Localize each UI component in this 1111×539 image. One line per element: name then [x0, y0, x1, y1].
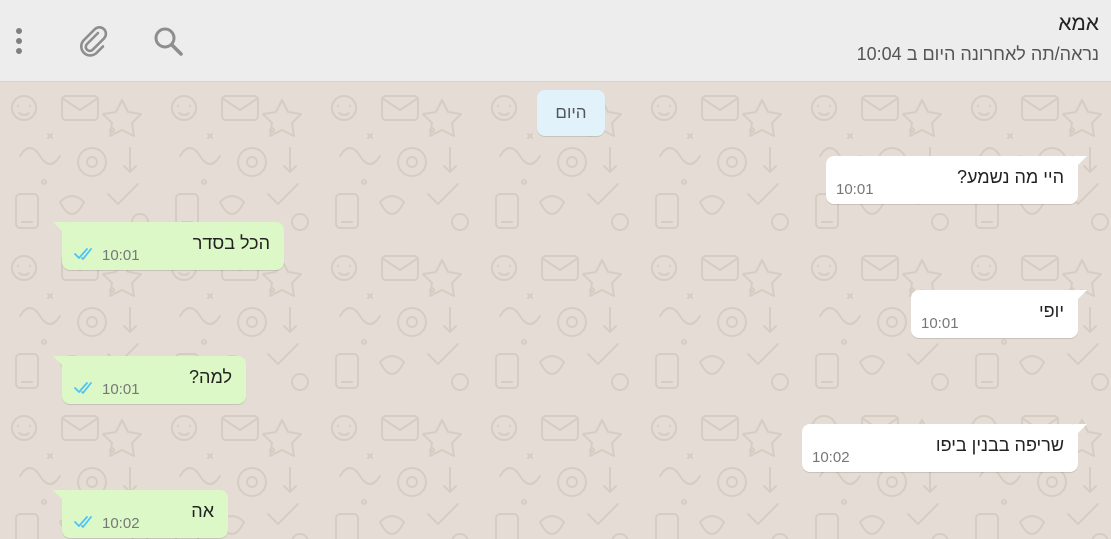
- message-text: הכל בסדר: [192, 233, 270, 253]
- bubble-tail: [1073, 156, 1087, 170]
- bubble-tail: [53, 222, 67, 236]
- double-check-read-icon: [74, 248, 92, 260]
- bubble-tail: [53, 356, 67, 370]
- message-text: אה: [191, 501, 214, 521]
- double-check-read-icon: [74, 382, 92, 394]
- message-area[interactable]: היום היי מה נשמע? 10:01 הכל בסדר 10:01 י…: [0, 82, 1111, 539]
- double-check-read-icon: [74, 516, 92, 528]
- menu-dots-icon[interactable]: [2, 24, 36, 58]
- message-outgoing[interactable]: הכל בסדר 10:01: [53, 222, 284, 270]
- paperclip-icon[interactable]: [76, 24, 110, 58]
- message-incoming[interactable]: יופי 10:01: [911, 290, 1087, 338]
- message-text: שריפה בבנין ביפו: [935, 435, 1064, 455]
- message-text: יופי: [1038, 301, 1064, 321]
- message-incoming[interactable]: היי מה נשמע? 10:01: [826, 156, 1087, 204]
- message-time: 10:02: [812, 449, 850, 466]
- message-time: 10:01: [102, 247, 140, 264]
- message-time: 10:01: [102, 381, 140, 398]
- message-time: 10:01: [921, 315, 959, 332]
- search-icon[interactable]: [151, 24, 185, 58]
- day-separator: היום: [537, 90, 605, 136]
- message-outgoing[interactable]: אה 10:02: [53, 490, 228, 538]
- chat-header: אמא נראה/תה לאחרונה היום ב 10:04: [0, 0, 1111, 82]
- whatsapp-chat-window: אמא נראה/תה לאחרונה היום ב 10:04 היום הי…: [0, 0, 1111, 539]
- message-text: היי מה נשמע?: [957, 167, 1064, 187]
- bubble-tail: [1073, 424, 1087, 438]
- message-outgoing[interactable]: למה? 10:01: [53, 356, 246, 404]
- bubble-tail: [1073, 290, 1087, 304]
- bubble-tail: [53, 490, 67, 504]
- message-text: למה?: [189, 367, 232, 387]
- contact-name[interactable]: אמא: [1058, 12, 1099, 36]
- message-time: 10:02: [102, 515, 140, 532]
- message-incoming[interactable]: שריפה בבנין ביפו 10:02: [802, 424, 1087, 472]
- message-time: 10:01: [836, 181, 874, 198]
- last-seen-status: נראה/תה לאחרונה היום ב 10:04: [856, 44, 1099, 64]
